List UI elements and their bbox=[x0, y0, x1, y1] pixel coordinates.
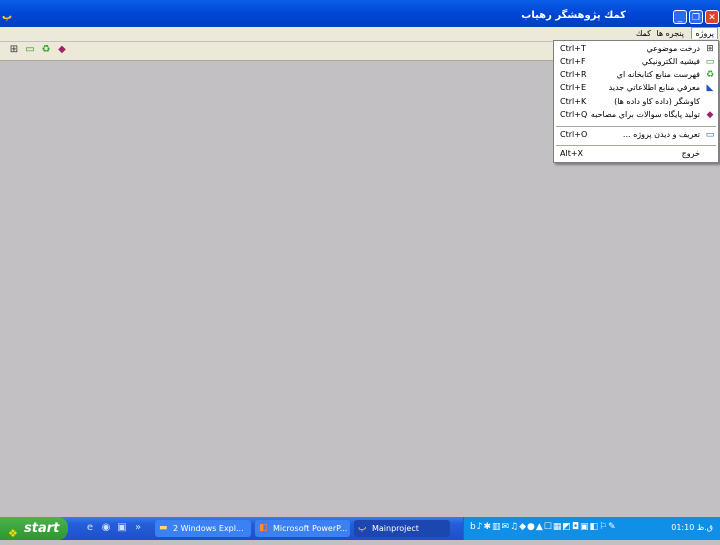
menu-item-shortcut: Ctrl+Q bbox=[560, 110, 588, 119]
menu-item-shortcut: Alt+X bbox=[560, 149, 584, 158]
windows-logo-icon: ❖ bbox=[8, 527, 18, 540]
task-label: 2 Windows Expl... bbox=[173, 524, 244, 533]
menu-item-electronic-file[interactable]: ▭ فيشيه الكترونيكي Ctrl+F bbox=[554, 56, 718, 69]
menu-item-define-project[interactable]: ▭ تعريف و ديدن پروژه ... Ctrl+O bbox=[554, 129, 718, 142]
task-windows-explorer[interactable]: ▬ 2 Windows Expl... bbox=[155, 520, 251, 537]
window-icon: ▭ bbox=[705, 130, 715, 140]
menu-project[interactable]: پروژه bbox=[691, 27, 718, 39]
task-label: Microsoft PowerP... bbox=[273, 524, 348, 533]
menu-item-exit[interactable]: خروج Alt+X bbox=[554, 148, 718, 161]
document-icon[interactable]: ▭ bbox=[24, 44, 36, 56]
menu-item-label: درخت موضوعي bbox=[646, 44, 700, 53]
restore-button[interactable]: ❐ bbox=[689, 10, 703, 24]
menu-item-shortcut: Ctrl+E bbox=[560, 83, 586, 92]
menu-item-shortcut: Ctrl+K bbox=[560, 97, 587, 106]
quick-launch-more-icon[interactable]: » bbox=[132, 522, 144, 534]
menu-item-label: فيشيه الكترونيكي bbox=[641, 57, 700, 66]
menu-help[interactable]: كمك bbox=[633, 28, 654, 39]
menu-item-label: معرفي منابع اطلاعاتي جديد bbox=[608, 83, 700, 92]
menu-item-label: فهرست منابع كتابخانه اي bbox=[616, 70, 700, 79]
menu-item-interview-questions[interactable]: ◆ توليد پايگاه سوالات براي مصاحبه Ctrl+Q bbox=[554, 109, 718, 122]
close-button[interactable]: ✕ bbox=[705, 10, 719, 24]
internet-explorer-icon[interactable]: e bbox=[84, 522, 96, 534]
start-button[interactable]: ❖ start bbox=[0, 517, 68, 540]
start-label: start bbox=[24, 521, 60, 536]
powerpoint-icon: ◧ bbox=[259, 523, 268, 533]
menu-separator bbox=[556, 126, 716, 127]
menu-item-label: تعريف و ديدن پروژه ... bbox=[622, 130, 700, 139]
app-icon: پ bbox=[358, 523, 367, 533]
menu-item-label: كاوشگر (داده كاو داده ها) bbox=[614, 97, 700, 106]
menu-item-shortcut: Ctrl+F bbox=[560, 57, 586, 66]
menu-item-new-sources[interactable]: ◣ معرفي منابع اطلاعاتي جديد Ctrl+E bbox=[554, 82, 718, 95]
menu-item-library-sources[interactable]: ♻ فهرست منابع كتابخانه اي Ctrl+R bbox=[554, 69, 718, 82]
menu-item-shortcut: Ctrl+O bbox=[560, 130, 588, 139]
tree-icon: ⊞ bbox=[706, 44, 714, 54]
menu-windows[interactable]: پنجره ها bbox=[653, 28, 687, 39]
recycle-icon[interactable]: ♻ bbox=[40, 44, 52, 56]
window-title: كمك پژوهشگر رهياب bbox=[521, 10, 626, 21]
menu-item-shortcut: Ctrl+T bbox=[560, 44, 586, 53]
document-icon: ▭ bbox=[705, 57, 715, 67]
menu-item-explorer[interactable]: كاوشگر (داده كاو داده ها) Ctrl+K bbox=[554, 96, 718, 109]
task-mainproject[interactable]: پ Mainproject bbox=[354, 520, 450, 537]
tree-icon[interactable]: ⊞ bbox=[8, 44, 20, 56]
taskbar: ❖ start e ◉ ▣ » ▬ 2 Windows Expl... ◧ Mi… bbox=[0, 517, 720, 540]
book-icon: ◆ bbox=[706, 110, 714, 120]
book-icon[interactable]: ◆ bbox=[56, 44, 68, 56]
task-label: Mainproject bbox=[372, 524, 419, 533]
media-player-icon[interactable]: ◉ bbox=[100, 522, 112, 534]
menubar: پروژه پنجره ها كمك bbox=[0, 27, 720, 41]
new-source-icon: ◣ bbox=[706, 83, 714, 93]
menu-item-shortcut: Ctrl+R bbox=[560, 70, 587, 79]
minimize-button[interactable]: _ bbox=[673, 10, 687, 24]
recycle-icon: ♻ bbox=[705, 70, 715, 80]
menu-separator bbox=[556, 145, 716, 146]
app-icon: پ bbox=[2, 11, 13, 22]
show-desktop-icon[interactable]: ▣ bbox=[116, 522, 128, 534]
menu-item-label: خروج bbox=[681, 149, 700, 158]
folder-icon: ▬ bbox=[159, 523, 168, 533]
menu-item-subject-tree[interactable]: ⊞ درخت موضوعي Ctrl+T bbox=[554, 43, 718, 56]
tray-icons[interactable]: b♪✱▥✉♫◆●▲☐▦◩◘▣◧⚐✎ bbox=[470, 522, 617, 532]
menu-item-label: توليد پايگاه سوالات براي مصاحبه bbox=[590, 110, 700, 119]
clock[interactable]: 01:10 ق.ظ bbox=[671, 523, 713, 532]
project-menu-dropdown: ⊞ درخت موضوعي Ctrl+T ▭ فيشيه الكترونيكي … bbox=[553, 40, 719, 163]
task-powerpoint[interactable]: ◧ Microsoft PowerP... bbox=[255, 520, 350, 537]
system-tray: b♪✱▥✉♫◆●▲☐▦◩◘▣◧⚐✎ 01:10 ق.ظ bbox=[463, 517, 720, 540]
